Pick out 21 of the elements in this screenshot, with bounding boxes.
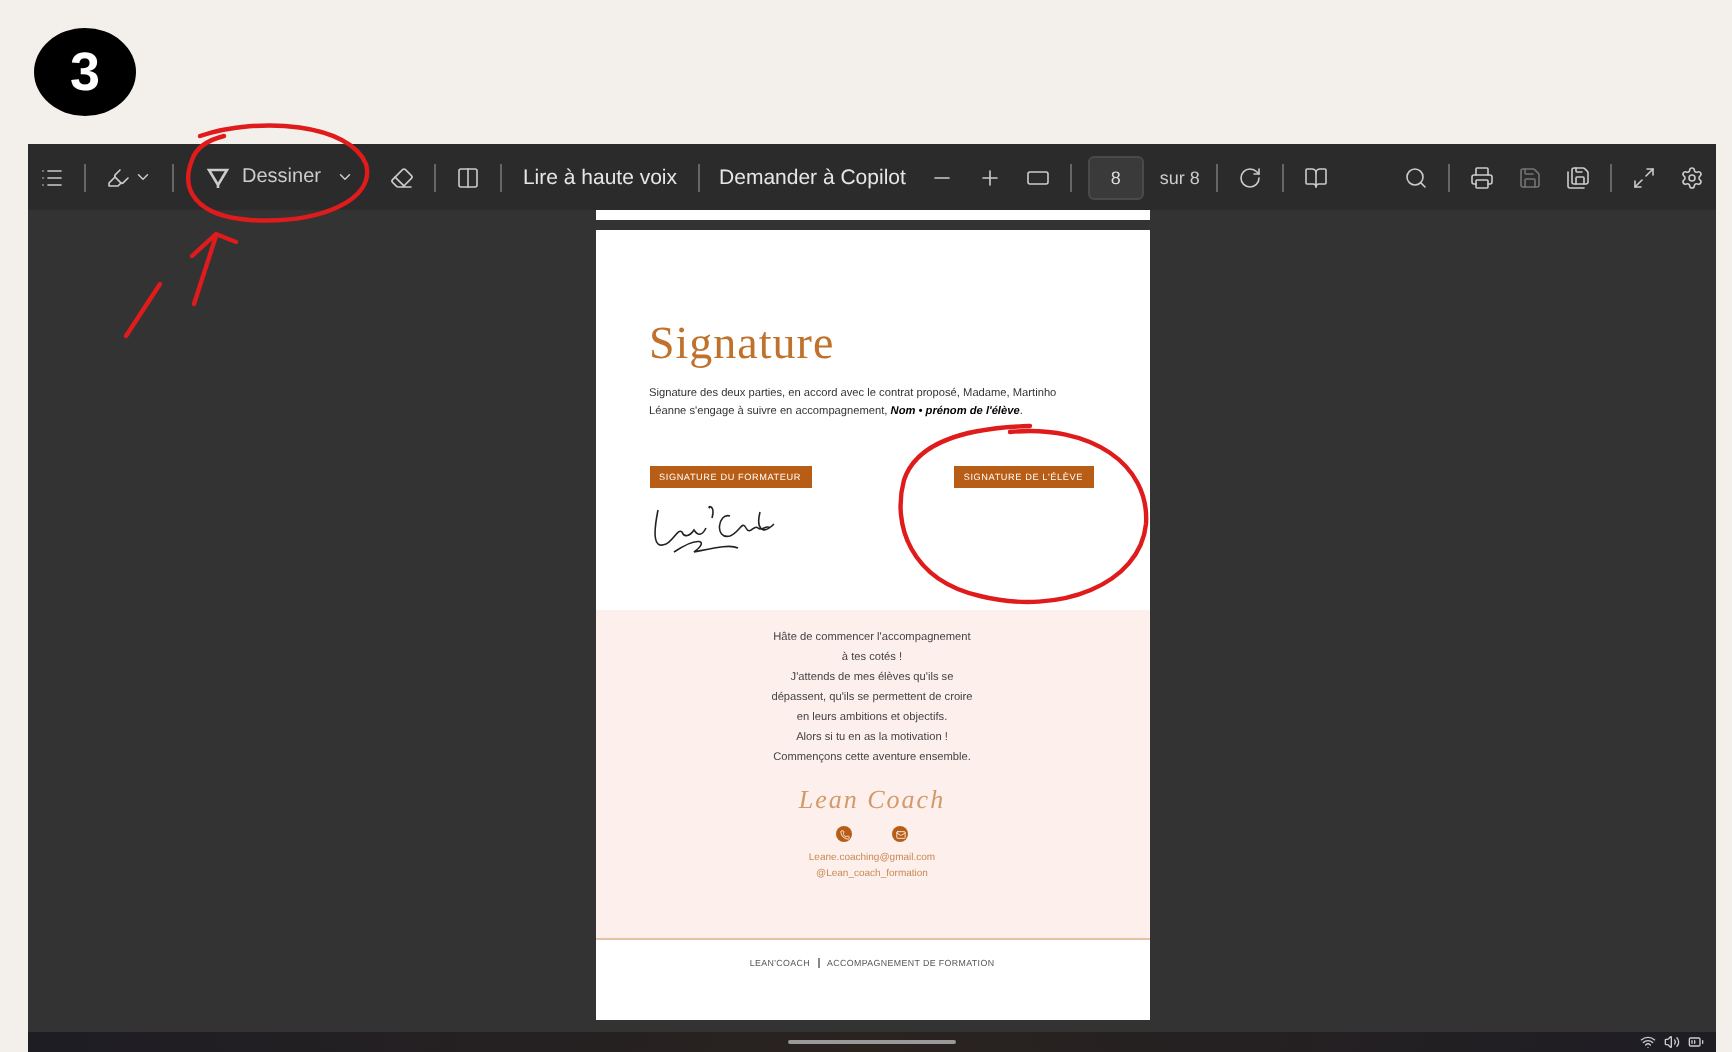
wifi-icon[interactable] <box>1640 1034 1656 1050</box>
page-number-field[interactable]: 8 <box>1087 155 1144 199</box>
phone-icon <box>836 826 852 842</box>
copilot-button[interactable]: Demander à Copilot <box>715 161 910 193</box>
caret-icon <box>336 168 355 186</box>
step-number-badge: 3 <box>34 28 136 116</box>
brand-script-text: Lean Coach <box>798 784 946 816</box>
volume-icon[interactable] <box>1664 1034 1680 1050</box>
battery-icon[interactable] <box>1688 1034 1704 1050</box>
page-total-label: sur 8 <box>1159 167 1200 187</box>
caret-icon <box>134 168 152 186</box>
highlighter-icon <box>106 165 130 189</box>
save-as-icon[interactable] <box>1562 161 1594 193</box>
draw-button[interactable]: Dessiner <box>202 161 359 193</box>
document-title: Signature <box>649 318 837 370</box>
pen-icon <box>206 165 230 189</box>
mail-icon <box>892 826 908 842</box>
annotation-arrow-drawing <box>189 231 239 307</box>
print-icon[interactable] <box>1466 161 1498 193</box>
read-aloud-button[interactable]: Lire à haute voix <box>518 161 682 193</box>
settings-icon[interactable] <box>1676 161 1708 193</box>
